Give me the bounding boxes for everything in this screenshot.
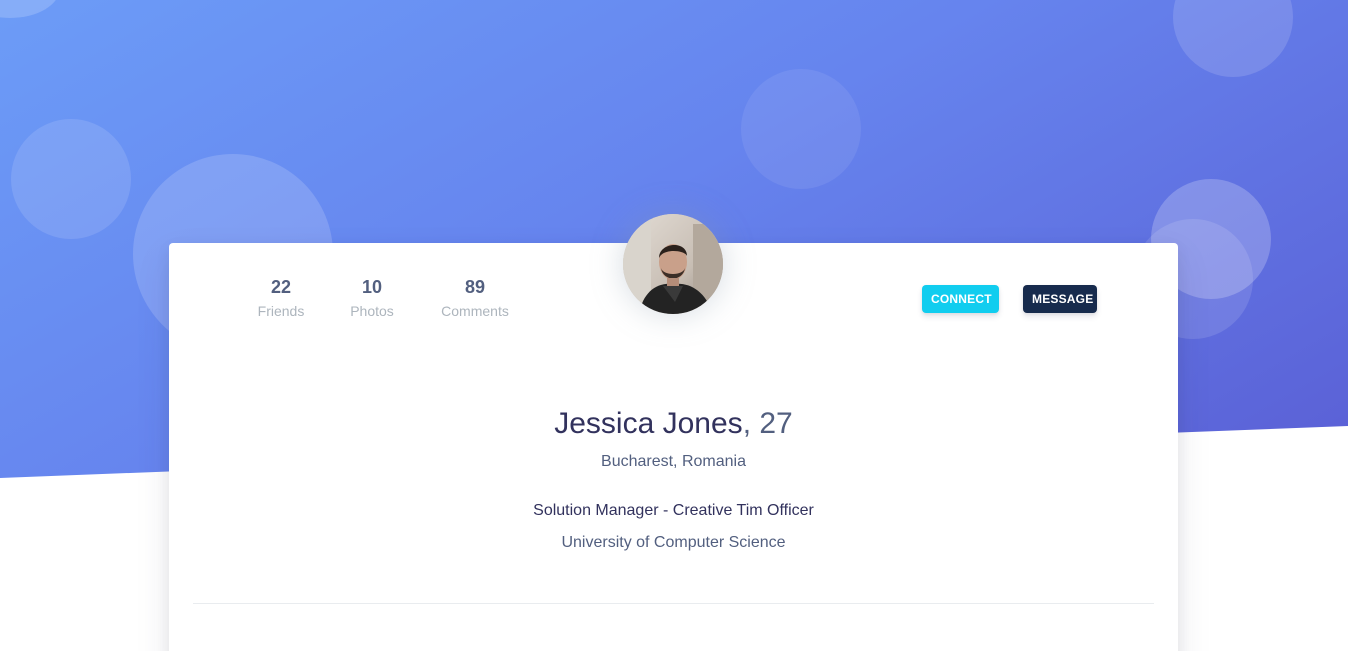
divider — [193, 603, 1154, 604]
decor-circle — [1173, 0, 1293, 77]
stat-photos-value: 10 — [361, 277, 383, 297]
profile-heading: Jessica Jones, 27 — [169, 405, 1178, 443]
connect-button[interactable]: CONNECT — [922, 285, 999, 313]
profile-age: , 27 — [742, 407, 793, 440]
profile-page: 22 Friends 10 Photos 89 Comments CONNECT… — [0, 0, 1348, 651]
profile-card: 22 Friends 10 Photos 89 Comments CONNECT… — [169, 214, 1178, 651]
message-button[interactable]: MESSAGE — [1023, 285, 1097, 313]
stat-comments: 89 Comments — [425, 275, 525, 321]
stat-comments-label: Comments — [441, 303, 509, 319]
decor-circle — [0, 0, 60, 18]
avatar-photo-icon — [623, 214, 723, 314]
stat-photos: 10 Photos — [322, 275, 422, 321]
avatar[interactable] — [623, 214, 723, 314]
profile-job: Solution Manager - Creative Tim Officer — [533, 502, 814, 519]
decor-circle — [741, 69, 861, 189]
stat-photos-label: Photos — [350, 303, 394, 319]
profile-location: Bucharest, Romania — [601, 453, 746, 470]
decor-circle — [11, 119, 131, 239]
stat-friends-value: 22 — [270, 277, 292, 297]
profile-school: University of Computer Science — [561, 534, 786, 551]
stat-comments-value: 89 — [464, 277, 486, 297]
stat-friends-label: Friends — [257, 303, 305, 319]
stat-friends: 22 Friends — [231, 275, 331, 321]
profile-name: Jessica Jones — [554, 407, 743, 440]
